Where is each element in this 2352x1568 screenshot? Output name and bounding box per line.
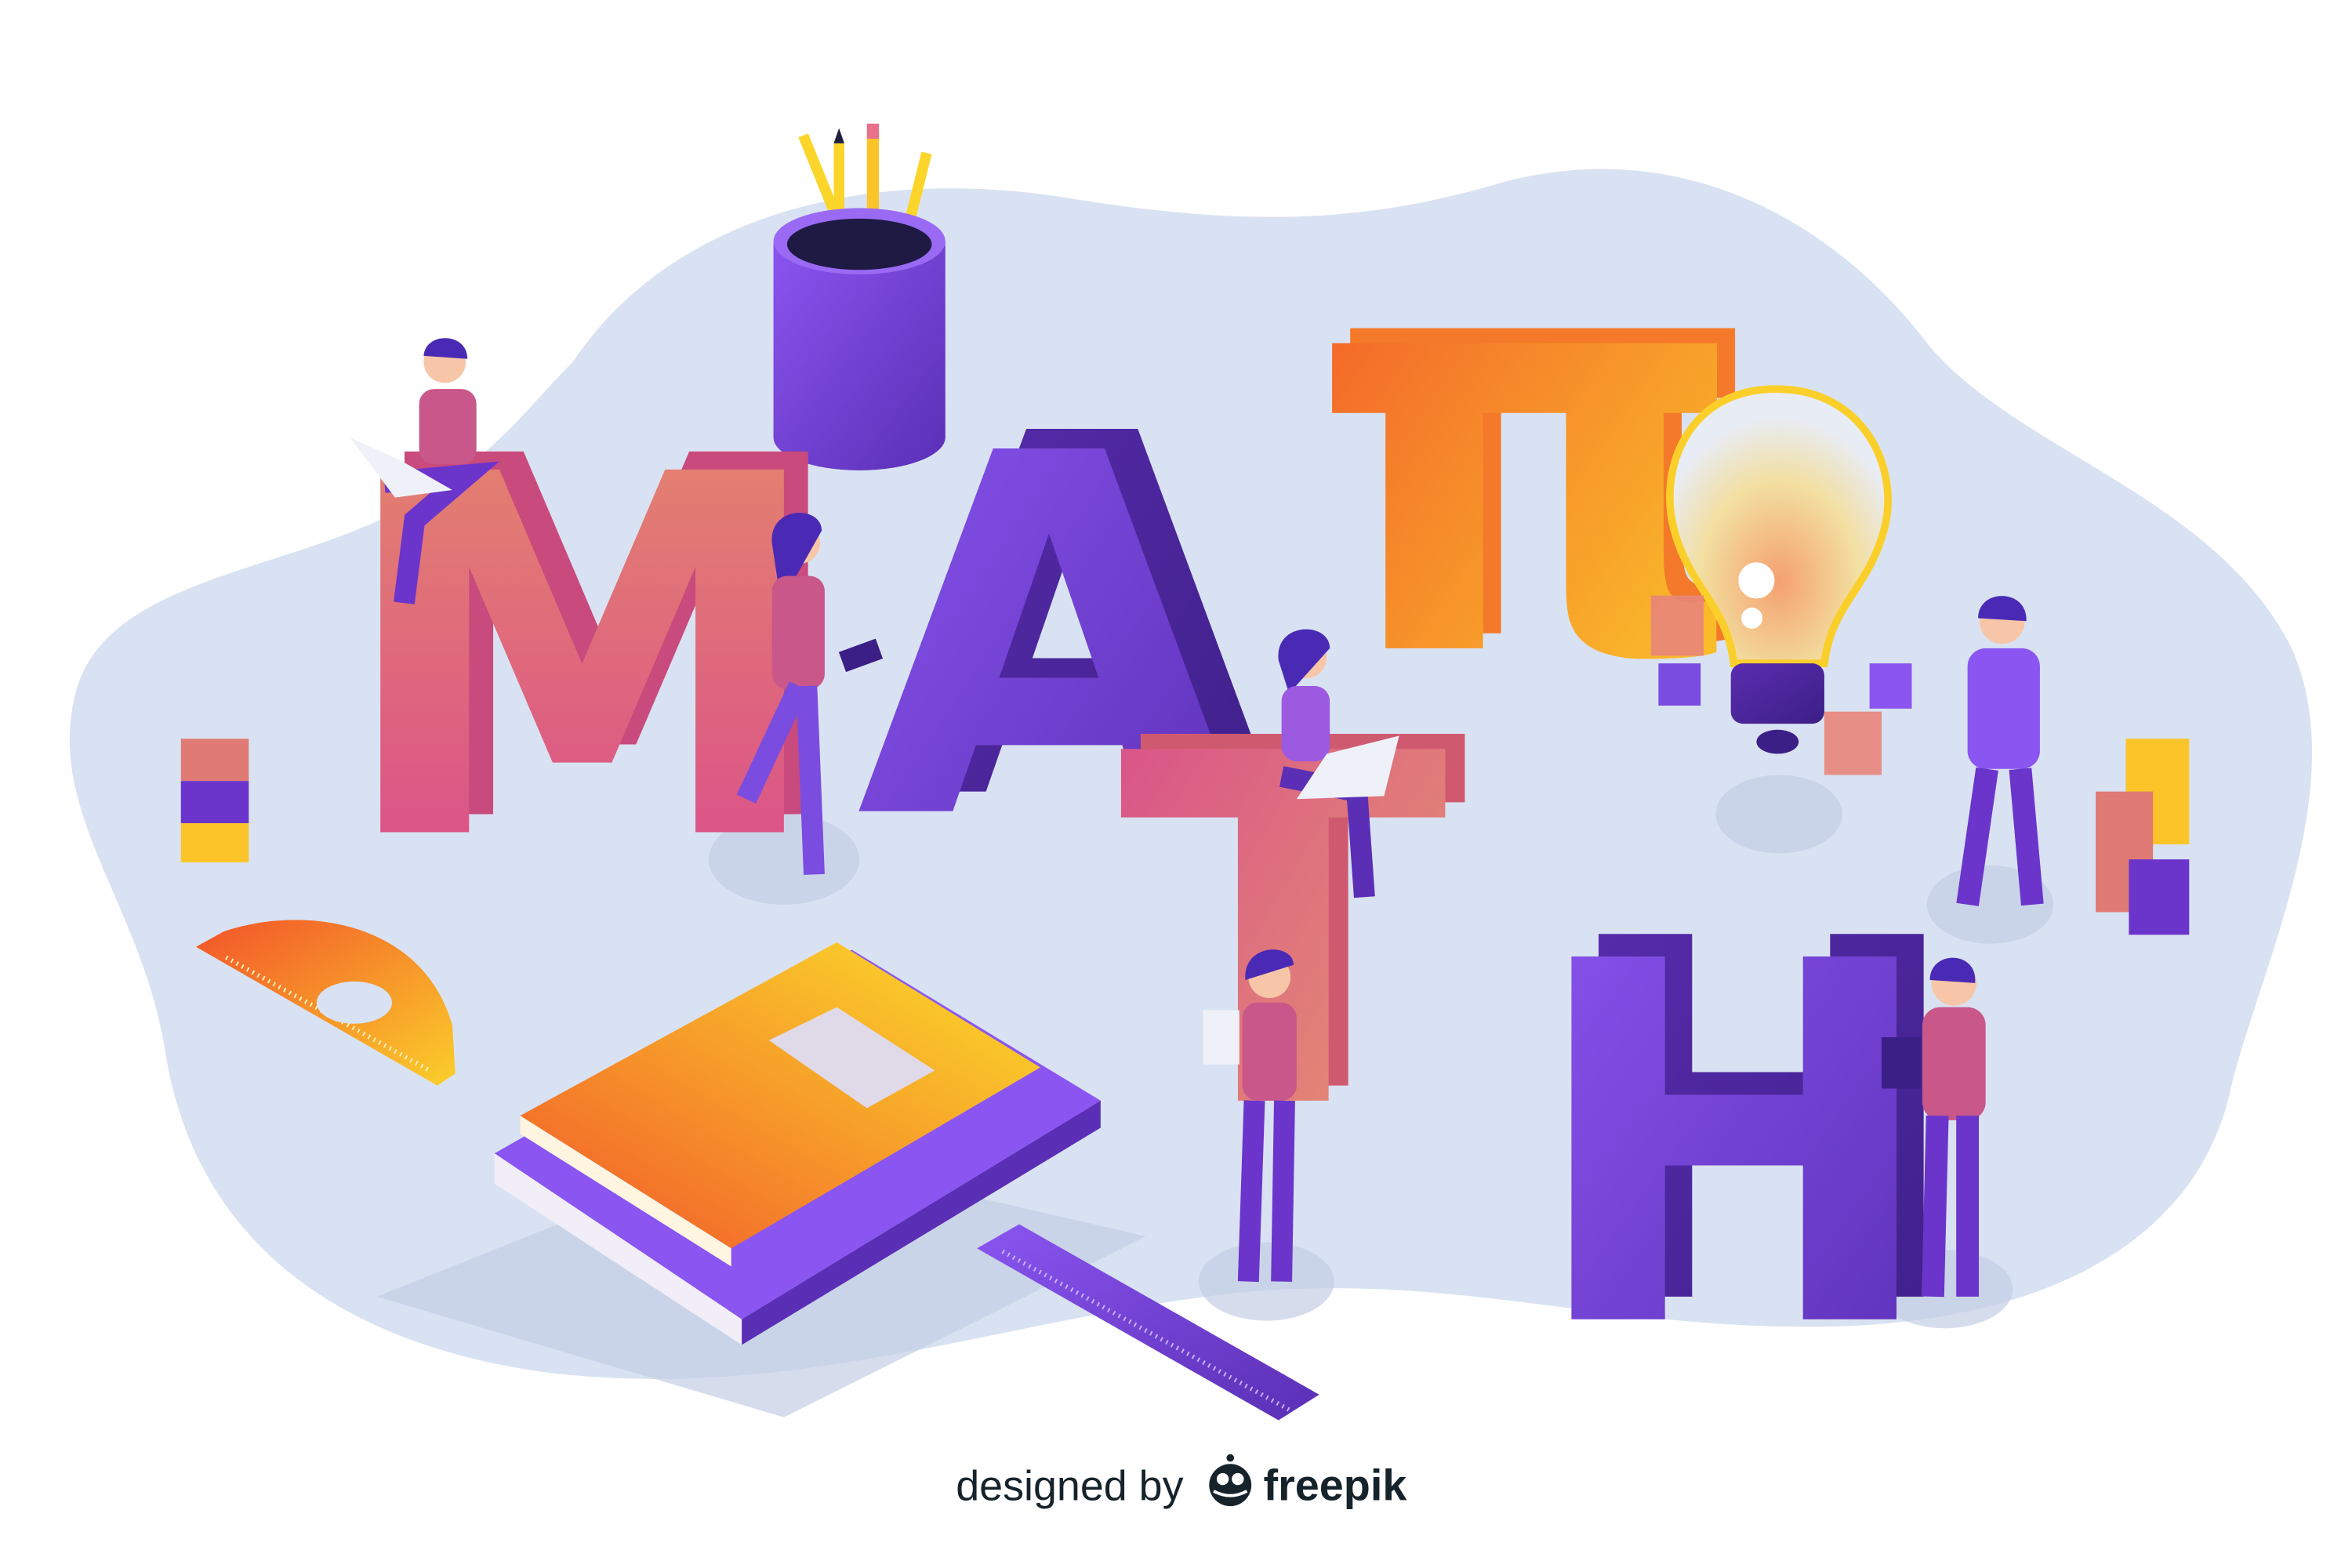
letter-h: H H <box>1526 835 1969 1437</box>
credit-prefix: designed by <box>956 1462 1183 1509</box>
math-illustration: M M A A π π T T H H designed by freepik <box>69 116 2312 1509</box>
svg-text:H: H <box>1526 858 1942 1437</box>
svg-text:M: M <box>335 371 830 950</box>
cube-stack-left <box>180 739 249 862</box>
freepik-logo-icon <box>1209 1454 1252 1507</box>
credit-brand: freepik <box>1264 1461 1408 1509</box>
credit-line: designed by freepik <box>956 1454 1408 1509</box>
